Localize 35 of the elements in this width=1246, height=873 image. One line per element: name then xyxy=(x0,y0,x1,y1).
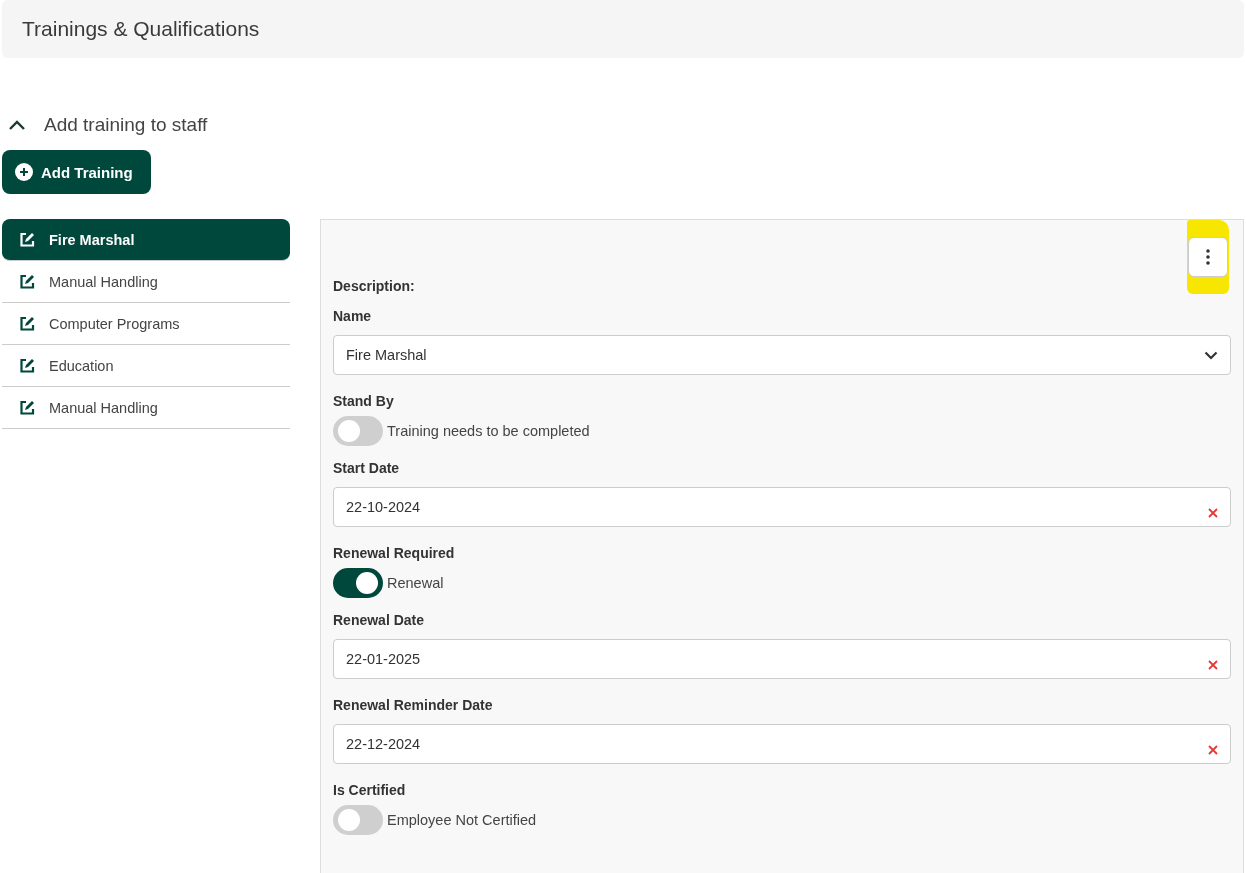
toggle-label: Training needs to be completed xyxy=(387,423,590,439)
field-label: Name xyxy=(333,308,373,324)
description-heading: Description: xyxy=(333,278,416,294)
name-select[interactable]: Fire Marshal xyxy=(333,335,1231,375)
edit-icon xyxy=(19,399,35,416)
field-label: Is Certified xyxy=(333,782,407,798)
edit-icon xyxy=(19,315,35,332)
plus-circle-icon xyxy=(15,163,33,181)
more-options-button[interactable] xyxy=(1188,237,1228,277)
toggle-switch[interactable] xyxy=(333,568,383,598)
date-field[interactable]: 22-12-2024 xyxy=(333,724,1231,764)
date-field[interactable]: 22-01-2025 xyxy=(333,639,1231,679)
add-training-button[interactable]: Add Training xyxy=(2,150,151,194)
date-field[interactable]: 22-10-2024 xyxy=(333,487,1231,527)
page-title: Trainings & Qualifications xyxy=(22,17,260,41)
toggle-switch[interactable] xyxy=(333,416,383,446)
field-label: Renewal Reminder Date xyxy=(333,697,494,713)
field-label: Stand By xyxy=(333,393,395,409)
more-vertical-icon xyxy=(1206,249,1210,265)
chevron-down-icon xyxy=(1204,350,1218,360)
toggle-switch[interactable] xyxy=(333,805,383,835)
clear-icon[interactable] xyxy=(1208,660,1218,670)
toggle-label: Employee Not Certified xyxy=(387,812,537,828)
clear-icon[interactable] xyxy=(1208,508,1218,518)
clear-icon[interactable] xyxy=(1208,745,1218,755)
toggle-label: Renewal xyxy=(387,575,444,591)
chevron-up-icon[interactable] xyxy=(8,119,26,131)
edit-icon xyxy=(19,357,35,374)
field-label: Renewal Required xyxy=(333,545,456,561)
field-label: Start Date xyxy=(333,460,401,476)
edit-icon xyxy=(19,231,35,248)
section-title: Add training to staff xyxy=(44,114,208,136)
field-label: Renewal Date xyxy=(333,612,426,628)
training-item[interactable]: Fire Marshal xyxy=(2,219,290,261)
edit-icon xyxy=(19,273,35,290)
